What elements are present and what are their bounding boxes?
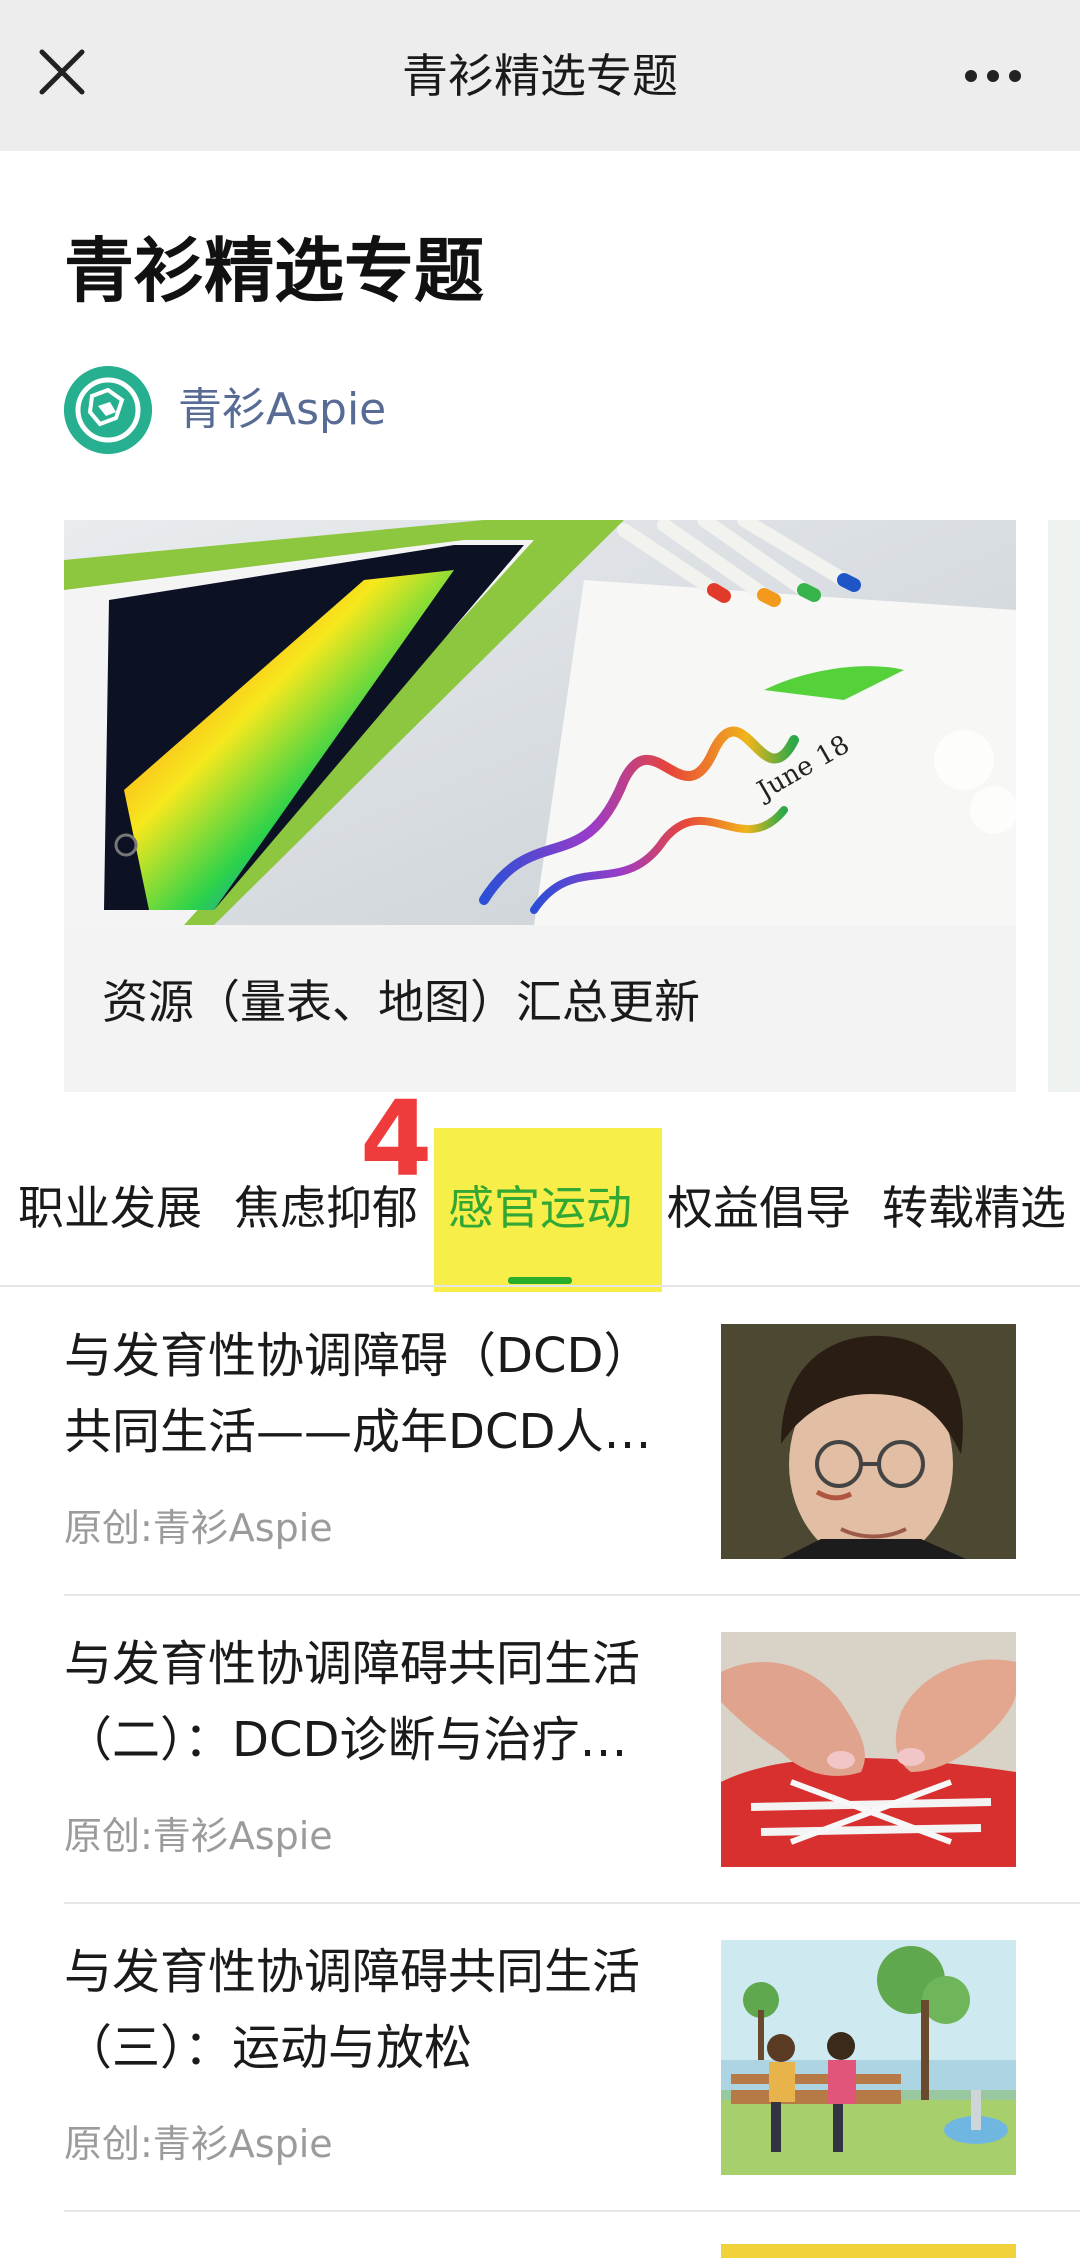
- next-banner-peek[interactable]: [1048, 520, 1080, 1092]
- article-title: 与发育性协调障碍共同生活 （三）：运动与放松: [64, 1944, 641, 2076]
- article-source: 原创:青衫Aspie: [64, 1814, 333, 1858]
- banner-image: June 18: [64, 520, 1016, 925]
- tab-reposts[interactable]: 转载精选: [882, 1172, 1066, 1244]
- page-title: 青衫精选专题: [64, 230, 484, 312]
- tab-sensory-motor[interactable]: 感官运动: [448, 1172, 632, 1244]
- article-thumbnail: [721, 1632, 1016, 1867]
- article-item[interactable]: 与发育性协调障碍共同生活 （二）：DCD诊断与治疗… 原创:青衫Aspie: [0, 1626, 1080, 1934]
- list-divider: [64, 1902, 1080, 1904]
- list-divider: [64, 1594, 1080, 1596]
- article-source: 原创:青衫Aspie: [64, 1506, 333, 1550]
- article-thumbnail: [721, 1940, 1016, 2175]
- tab-anxiety-depression[interactable]: 焦虑抑郁: [234, 1172, 418, 1244]
- tab-advocacy[interactable]: 权益倡导: [667, 1172, 851, 1244]
- tabs-divider: [0, 1285, 1080, 1287]
- account-avatar[interactable]: [64, 366, 152, 454]
- article-source: 原创:青衫Aspie: [64, 2122, 333, 2166]
- next-article-thumbnail-peek: [721, 2244, 1016, 2258]
- article-title: 与发育性协调障碍共同生活 （二）：DCD诊断与治疗…: [64, 1636, 641, 1768]
- more-icon[interactable]: [958, 44, 1028, 108]
- article-item[interactable]: 与发育性协调障碍共同生活 （三）：运动与放松 原创:青衫Aspie: [0, 1934, 1080, 2242]
- featured-banner-card[interactable]: June 18 资源（量表、地图）汇总更新: [64, 520, 1016, 1092]
- banner-caption: 资源（量表、地图）汇总更新: [102, 975, 700, 1029]
- article-thumbnail: [721, 1324, 1016, 1559]
- tab-career[interactable]: 职业发展: [18, 1172, 202, 1244]
- article-title: 与发育性协调障碍（DCD） 共同生活——成年DCD人…: [64, 1328, 652, 1460]
- account-name-link[interactable]: 青衫Aspie: [178, 378, 386, 442]
- list-divider: [64, 2210, 1080, 2212]
- topbar-title: 青衫精选专题: [402, 49, 678, 103]
- active-tab-indicator: [508, 1277, 572, 1284]
- article-item[interactable]: 与发育性协调障碍（DCD） 共同生活——成年DCD人… 原创:青衫Aspie: [0, 1318, 1080, 1626]
